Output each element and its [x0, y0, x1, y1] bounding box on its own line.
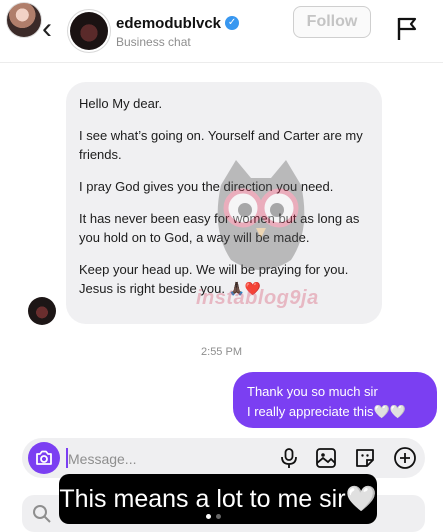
camera-icon — [36, 450, 52, 465]
page-dot — [216, 514, 221, 519]
message-line: Thank you so much sir — [247, 384, 378, 399]
message-line: I pray God gives you the direction you n… — [79, 179, 334, 194]
back-chevron-icon[interactable]: ‹ — [36, 14, 58, 44]
sticker-icon[interactable] — [353, 446, 377, 470]
camera-button[interactable] — [28, 442, 60, 474]
gallery-icon[interactable] — [314, 446, 338, 470]
username-row[interactable]: edemodublvck ✓ — [116, 14, 240, 32]
microphone-icon[interactable] — [277, 446, 301, 470]
contact-username[interactable]: edemodublvck — [116, 15, 221, 32]
chat-header: ‹ edemodublvck ✓ Business chat Follow — [0, 0, 443, 63]
message-input[interactable] — [66, 444, 270, 474]
message-line: Hello My dear. — [79, 96, 163, 111]
verified-badge-icon: ✓ — [225, 16, 240, 30]
add-icon[interactable] — [393, 446, 417, 470]
follow-button[interactable]: Follow — [293, 6, 371, 38]
message-line: I see what’s going on. Yourself and Cart… — [79, 128, 363, 162]
message-line: I really appreciate this🤍🤍 — [247, 404, 406, 419]
outgoing-message-bubble[interactable]: Thank you so much sir I really appreciat… — [233, 372, 437, 428]
contact-avatar[interactable] — [70, 12, 108, 50]
message-line: It has never been easy for women but as … — [79, 211, 360, 245]
message-timestamp: 2:55 PM — [201, 346, 242, 358]
sender-avatar[interactable] — [28, 297, 56, 325]
watermark-text: instablog9ja — [196, 287, 319, 309]
search-icon — [33, 505, 51, 523]
message-composer — [22, 438, 425, 478]
chat-type-label: Business chat — [116, 35, 191, 49]
page-indicator — [206, 514, 221, 519]
page-dot — [206, 514, 211, 519]
flag-icon[interactable] — [396, 16, 418, 42]
